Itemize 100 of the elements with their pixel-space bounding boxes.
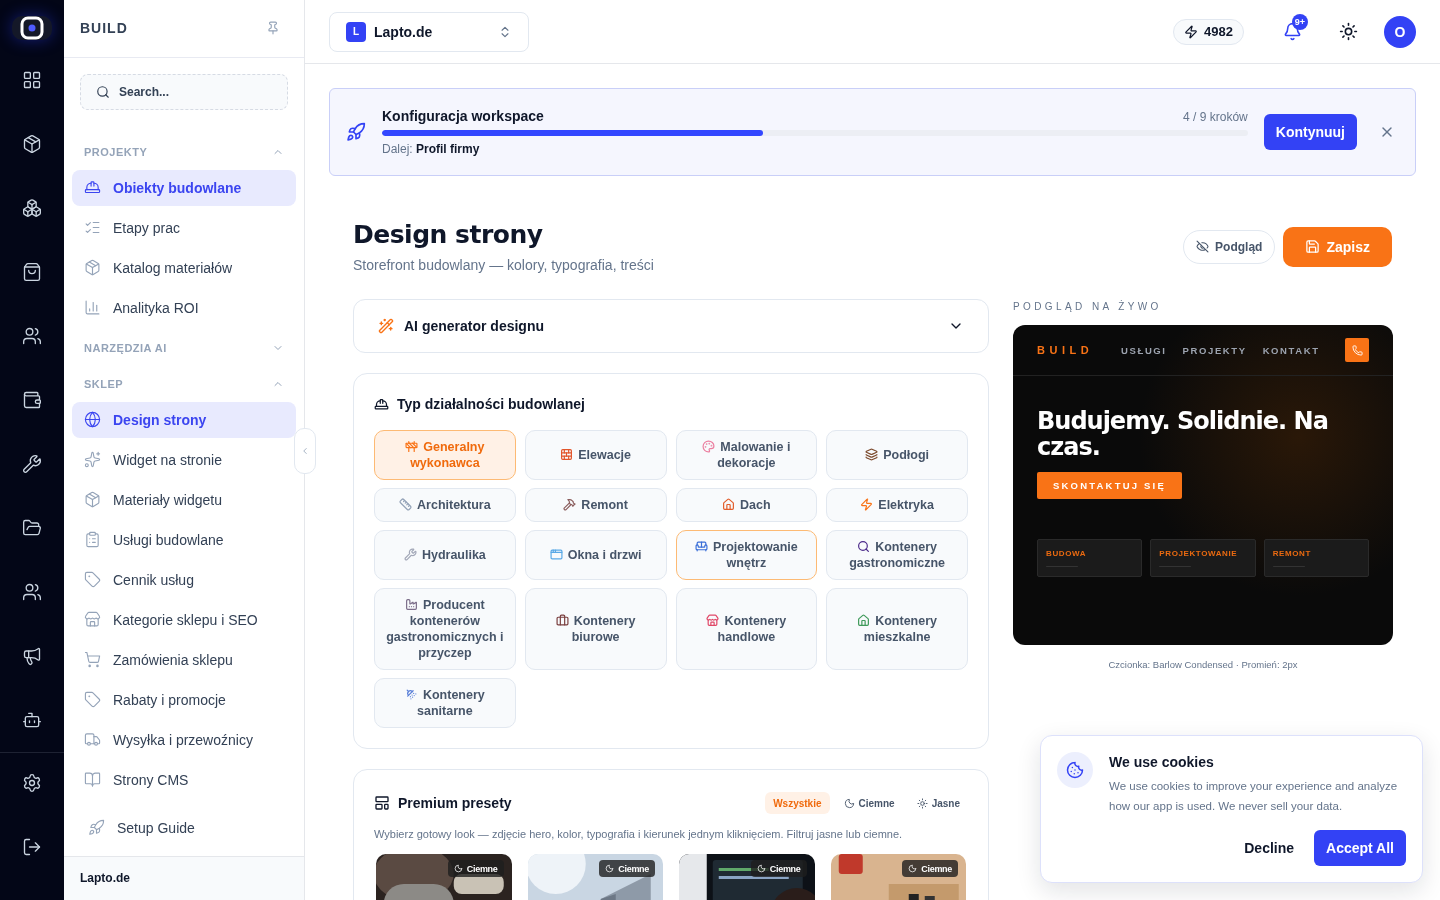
service-title: BUDOWA	[1046, 549, 1088, 558]
ai-generator-accordion[interactable]: AI generator designu	[353, 299, 989, 353]
business-type-option[interactable]: Hydraulika	[374, 530, 516, 580]
sidebar-item[interactable]: Strony CMS	[72, 761, 296, 798]
sidebar-item[interactable]: Obiekty budowlane	[72, 169, 296, 206]
preview-button[interactable]: Podgląd	[1183, 229, 1276, 264]
filter-tab[interactable]: Ciemne	[835, 792, 903, 814]
settings-icon[interactable]	[22, 773, 42, 793]
badge-text: Ciemne	[466, 863, 498, 874]
app-logo[interactable]	[12, 16, 52, 40]
business-type-option[interactable]: Dach	[675, 488, 818, 522]
accept-button[interactable]: Accept All	[1314, 830, 1406, 866]
card-title: Premium presety	[398, 795, 513, 811]
business-type-option[interactable]: Remont	[524, 488, 667, 522]
house-icon	[722, 498, 736, 511]
sidebar-item[interactable]: Widget na stronie	[72, 441, 296, 478]
book-icon	[84, 771, 101, 789]
badge-text: Ciemne	[921, 863, 952, 874]
preset-card[interactable]: Ciemne	[830, 854, 966, 900]
box-icon	[84, 259, 101, 277]
notification-badge: 9+	[1292, 13, 1308, 30]
business-type-option[interactable]: Architektura	[374, 488, 516, 522]
service-title: PROJEKTOWANIE	[1159, 549, 1239, 558]
business-type-option[interactable]: Projektowanie wnętrz	[675, 530, 818, 580]
preview-caption: Czcionka: Barlow Condensed · Promień: 2px	[1107, 659, 1299, 670]
decline-button[interactable]: Decline	[1236, 830, 1303, 866]
cookie-text: We use cookies to improve your experience and analyze how our app is used. We never sell your data.	[1109, 779, 1399, 814]
live-preview-label: PODGLĄD NA ŻYWO	[1013, 301, 1163, 312]
presets-description: Wybierz gotowy look — zdjęcie hero, kolor, typografia i kierunek jednym kliknięciem. Filtruj jasne lub ciemne.	[374, 828, 904, 840]
tag-icon	[84, 691, 101, 709]
sidebar-item[interactable]: Design strony	[72, 401, 296, 438]
accordion-title: AI generator designu	[404, 318, 546, 334]
save-icon	[1305, 239, 1321, 254]
business-type-option[interactable]: Kontenery mieszkalne	[826, 588, 968, 670]
sidebar-item[interactable]: Wysyłka i przewoźnicy	[72, 721, 296, 758]
moon-icon	[756, 864, 766, 873]
preset-card[interactable]: Ciemne	[679, 854, 815, 900]
section-title: PROJEKTY	[84, 145, 148, 158]
collapse-handle[interactable]	[294, 428, 316, 474]
boxes-icon	[22, 198, 42, 218]
business-type-option[interactable]: Kontenery sanitarne	[374, 678, 516, 728]
badge-text: Ciemne	[769, 863, 801, 874]
business-type-option[interactable]: Okna i drzwi	[524, 530, 667, 580]
preset-card[interactable]: Ciemne	[376, 854, 512, 900]
box-icon	[22, 134, 42, 154]
card-title: Typ działalności budowlanej	[397, 396, 586, 412]
preview-headline: Budujemy. Solidnie. Na czas.	[1037, 408, 1329, 460]
notifications-button[interactable]: 9+	[1272, 11, 1312, 52]
moon-icon	[843, 797, 855, 809]
business-type-option[interactable]: Kontenery biurowe	[524, 588, 667, 670]
folder-icon	[22, 518, 42, 538]
palette-icon	[702, 440, 716, 453]
store-icon	[84, 611, 101, 629]
user-avatar[interactable]: O	[1384, 15, 1416, 48]
sidebar-item[interactable]: Cennik usług	[72, 561, 296, 598]
preview-brand: BUILD	[1037, 344, 1094, 356]
sofa-icon	[695, 540, 708, 553]
business-type-option[interactable]: Podłogi	[826, 430, 968, 480]
sidebar-item[interactable]: Analityka ROI	[72, 289, 296, 326]
magnifier-icon	[857, 540, 871, 553]
business-type-option[interactable]: Malowanie i dekoracje	[675, 430, 818, 480]
cookie-icon	[1057, 752, 1093, 788]
phone-icon	[1351, 344, 1363, 356]
sidebar-item[interactable]: Etapy prac	[72, 209, 296, 246]
business-type-option[interactable]: Elektryka	[826, 488, 968, 522]
workspace-selector[interactable]: L Lapto.de	[329, 11, 529, 52]
page-title: Design strony	[353, 220, 544, 249]
hammer-icon	[563, 498, 577, 511]
brick-wall-icon	[560, 448, 574, 461]
business-type-option[interactable]: Kontenery handlowe	[675, 588, 818, 670]
sidebar-item[interactable]: Usługi budowlane	[72, 521, 296, 558]
logout-icon[interactable]	[22, 837, 42, 857]
workspace-badge: L	[346, 21, 366, 42]
clipboard-icon	[84, 531, 101, 549]
credits-button[interactable]: 4982	[1173, 18, 1244, 45]
workspace-label: Lapto.de	[374, 23, 434, 40]
bar-chart-icon	[84, 299, 101, 317]
sidebar-item[interactable]: Rabaty i promocje	[72, 681, 296, 718]
lightning-icon	[1184, 24, 1199, 39]
setup-guide-link[interactable]: Setup Guide	[76, 809, 292, 846]
business-type-option[interactable]: Elewacje	[524, 430, 667, 480]
badge-text: Ciemne	[618, 863, 649, 874]
chevron-left-icon	[300, 446, 310, 456]
section-title: NARZĘDZIA AI	[84, 341, 167, 354]
sidebar-item[interactable]: Materiały widgetu	[72, 481, 296, 518]
rocket-icon	[88, 819, 105, 837]
sidebar-item[interactable]: Zamówienia sklepu	[72, 641, 296, 678]
business-type-option[interactable]: Producent kontenerów gastronomicznych i przyczep	[374, 588, 516, 670]
sidebar-item[interactable]: Katalog materiałów	[72, 249, 296, 286]
search-icon	[96, 84, 110, 99]
business-type-option[interactable]: Kontenery gastronomiczne	[826, 530, 968, 580]
filter-tab[interactable]: Jasne	[908, 792, 968, 814]
shower-icon	[404, 688, 418, 701]
preset-card[interactable]: Ciemne	[527, 854, 663, 900]
moon-icon	[908, 864, 918, 873]
sidebar-item[interactable]: Kategorie sklepu i SEO	[72, 601, 296, 638]
factory-icon	[404, 598, 418, 611]
cookie-title: We use cookies	[1109, 754, 1215, 770]
search-field[interactable]: Search...	[80, 73, 288, 110]
continue-button[interactable]: Kontynuuj	[1263, 114, 1357, 150]
